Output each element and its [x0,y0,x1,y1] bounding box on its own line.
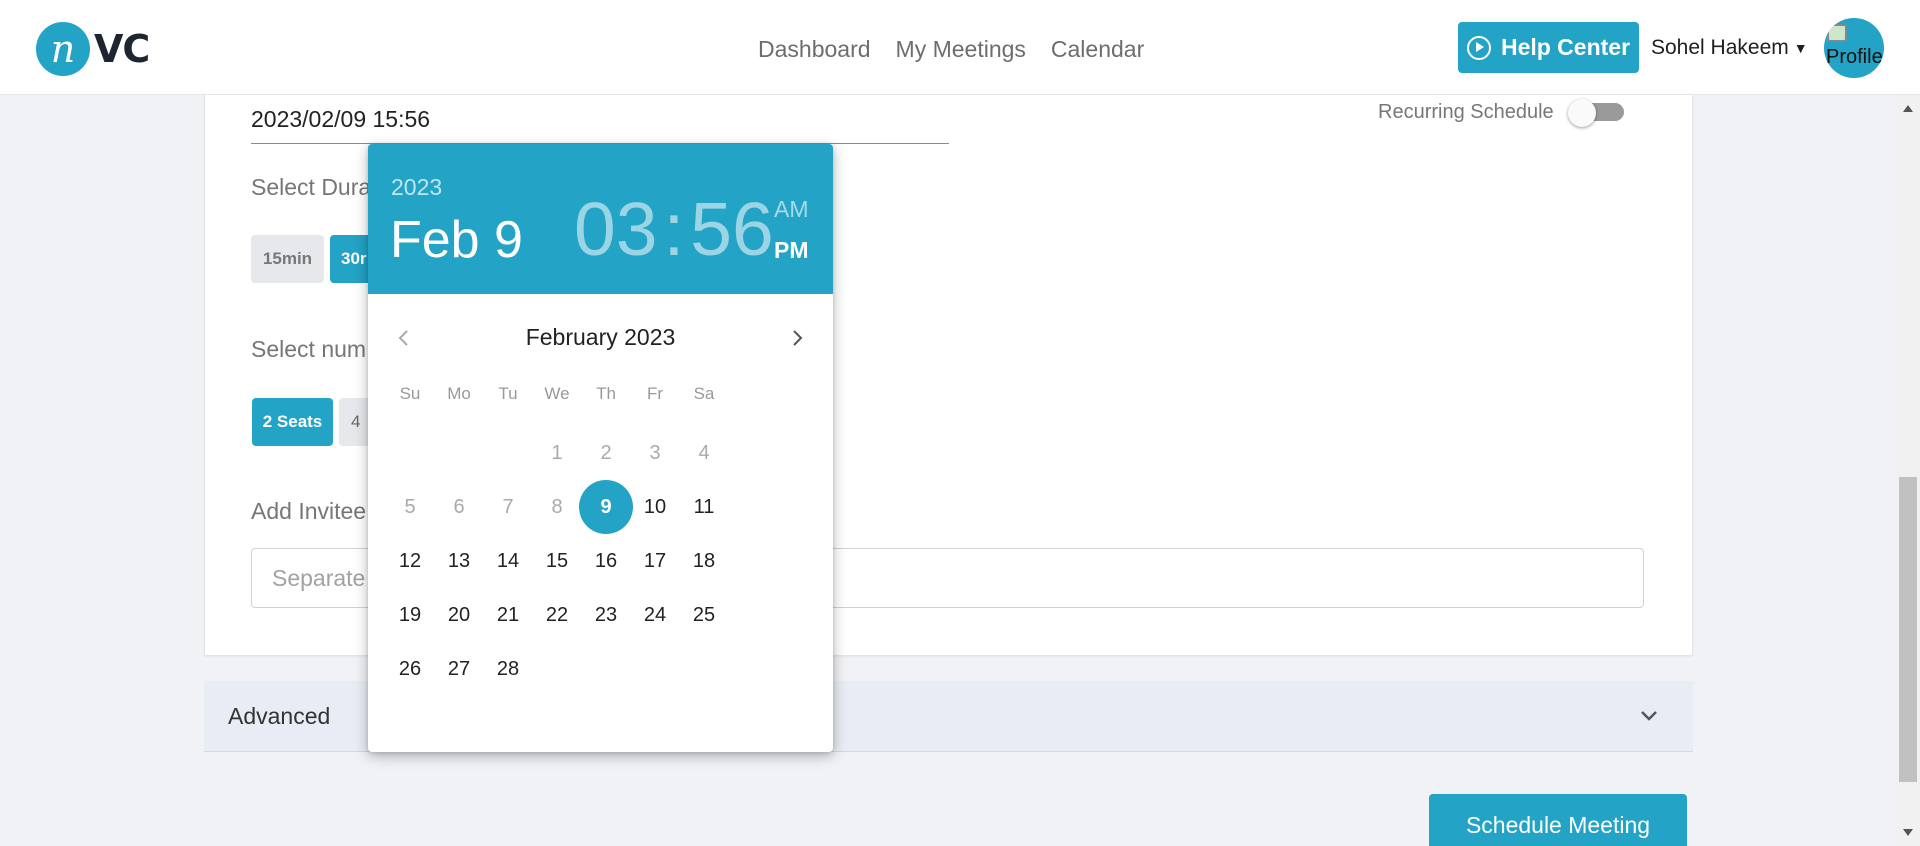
chevron-down-icon [1641,711,1657,721]
calendar-day-13[interactable]: 13 [432,534,486,588]
seat-chip-2[interactable]: 2 Seats [252,398,333,446]
avatar[interactable]: Profile [1824,18,1884,78]
picker-am[interactable]: AM [774,196,809,223]
weekday-sa: Sa [693,384,715,403]
broken-image-icon [1827,24,1847,42]
schedule-meeting-button[interactable]: Schedule Meeting [1429,794,1687,846]
datetime-field[interactable]: 2023/02/09 15:56 [251,106,949,144]
calendar-day-6[interactable]: 6 [432,480,486,534]
weekday-tu: Tu [498,384,518,403]
weekday-we: We [544,384,570,403]
help-center-button[interactable]: Help Center [1458,22,1639,73]
nav-calendar[interactable]: Calendar [1051,36,1144,63]
logo-text: VC [94,27,150,71]
picker-time: 03 : 56 [574,186,774,272]
calendar-day-25[interactable]: 25 [677,588,731,642]
chevron-right-icon[interactable] [787,324,807,352]
logo-mark: n [36,22,90,76]
scroll-up-icon[interactable] [1903,105,1913,112]
calendar-day-20[interactable]: 20 [432,588,486,642]
picker-pm[interactable]: PM [774,237,809,264]
calendar-day-4[interactable]: 4 [677,426,731,480]
calendar-day-2[interactable]: 2 [579,426,633,480]
weekday-mo: Mo [447,384,471,403]
seats-label: Select num [251,336,367,362]
picker-year[interactable]: 2023 [391,174,442,201]
calendar-day-19[interactable]: 19 [383,588,437,642]
calendar-day-9[interactable]: 9 [579,480,633,534]
calendar-day-23[interactable]: 23 [579,588,633,642]
calendar-day-10[interactable]: 10 [628,480,682,534]
weekday-fr: Fr [646,384,664,403]
calendar-day-22[interactable]: 22 [530,588,584,642]
caret-down-icon: ▼ [1793,40,1808,56]
picker-minute[interactable]: 56 [690,186,773,272]
calendar-day-18[interactable]: 18 [677,534,731,588]
calendar-day-8[interactable]: 8 [530,480,584,534]
calendar-day-14[interactable]: 14 [481,534,535,588]
picker-date[interactable]: Feb 9 [390,210,523,270]
weekday-su: Su [399,384,421,403]
recurring-schedule: Recurring Schedule [1378,99,1624,127]
time-separator: : [663,187,685,271]
calendar-day-12[interactable]: 12 [383,534,437,588]
play-circle-icon [1466,35,1491,60]
top-header: n VC Dashboard My Meetings Calendar Help… [0,0,1920,95]
calendar-day-24[interactable]: 24 [628,588,682,642]
calendar-day-26[interactable]: 26 [383,642,437,696]
calendar-day-1[interactable]: 1 [530,426,584,480]
calendar-day-21[interactable]: 21 [481,588,535,642]
user-menu[interactable]: Sohel Hakeem ▼ [1651,36,1808,60]
scroll-thumb[interactable] [1899,477,1917,782]
picker-header: 2023 Feb 9 03 : 56 AM PM [368,144,833,294]
help-center-label: Help Center [1500,34,1631,60]
calendar-day-5[interactable]: 5 [383,480,437,534]
calendar-day-17[interactable]: 17 [628,534,682,588]
calendar-day-28[interactable]: 28 [481,642,535,696]
duration-label: Select Dura [251,174,372,200]
main-nav: Dashboard My Meetings Calendar [758,36,1144,63]
advanced-label: Advanced [228,703,331,729]
nav-dashboard[interactable]: Dashboard [758,36,871,63]
nvc-logo[interactable]: n VC [36,22,150,76]
avatar-alt-text: Profile [1826,46,1883,68]
calendar-day-16[interactable]: 16 [579,534,633,588]
scroll-down-icon[interactable] [1903,829,1913,836]
recurring-label: Recurring Schedule [1378,100,1554,123]
nav-my-meetings[interactable]: My Meetings [896,36,1026,63]
calendar-day-15[interactable]: 15 [530,534,584,588]
calendar-day-3[interactable]: 3 [628,426,682,480]
calendar-day-7[interactable]: 7 [481,480,535,534]
picker-month-label: February 2023 [525,324,676,350]
user-name: Sohel Hakeem [1651,36,1789,59]
duration-chip-15[interactable]: 15min [251,235,324,283]
page-scrollbar[interactable] [1896,95,1920,846]
calendar-day-27[interactable]: 27 [432,642,486,696]
recurring-toggle[interactable] [1567,99,1624,127]
weekday-th: Th [596,384,616,403]
invitees-label: Add Invitee [251,498,367,524]
calendar-day-11[interactable]: 11 [677,480,731,534]
picker-hour[interactable]: 03 [574,186,657,272]
datetime-picker: 2023 Feb 9 03 : 56 AM PM February 2023 S… [368,144,833,752]
toggle-knob [1567,99,1596,127]
